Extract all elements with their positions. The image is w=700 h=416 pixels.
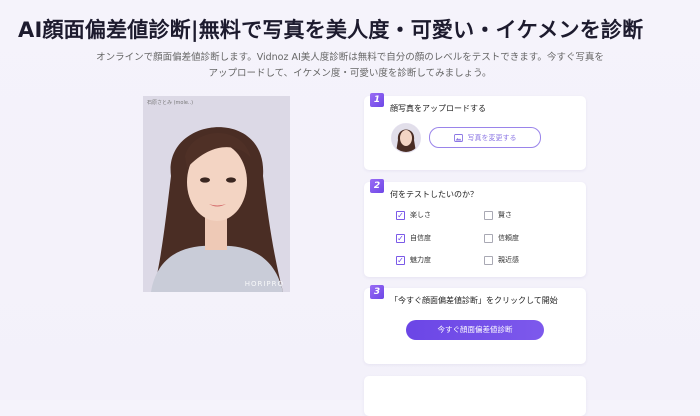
start-diagnosis-button[interactable]: 今すぐ顔面偏差値診断 <box>406 320 544 340</box>
photo-caption: 石原さとみ (mole..) <box>147 100 194 106</box>
thumb-face <box>400 130 412 146</box>
test-options-heading: 何をテストしたいのか？ <box>390 190 478 199</box>
option-label: 自信度 <box>410 234 431 242</box>
step-number-badge: 3 <box>370 285 384 299</box>
option-charm[interactable]: ✓ 魅力度 <box>396 255 431 265</box>
checkbox-smart[interactable] <box>484 210 493 220</box>
option-label: 魅力度 <box>410 256 431 264</box>
checkbox-fun[interactable]: ✓ <box>396 210 405 220</box>
photo-watermark: HORIPRO <box>244 280 284 288</box>
portrait-illustration <box>143 96 290 292</box>
option-label: 親近感 <box>498 256 519 264</box>
option-familiarity[interactable]: 親近感 <box>484 255 519 265</box>
checkbox-confidence[interactable]: ✓ <box>396 233 405 243</box>
description-line-2: アップロードして、イケメン度・可愛い度を診断してみましょう。 <box>208 68 492 79</box>
test-options-card: 2 何をテストしたいのか？ ✓ 楽しさ 賢さ ✓ 自信度 信頼度 ✓ 魅力度 親… <box>364 179 586 277</box>
next-step-card <box>364 376 586 416</box>
page-description: オンラインで顔面偏差値診断します。Vidnoz AI美人度診断は無料で自分の顔の… <box>60 50 640 82</box>
change-photo-label: 写真を変更する <box>467 133 517 142</box>
sample-face-photo: 石原さとみ (mole..) HORIPRO <box>143 96 290 292</box>
uploaded-photo-thumbnail <box>391 123 421 153</box>
option-label: 信頼度 <box>498 234 519 242</box>
start-step-card: 3 「今すぐ顔面偏差値診断」をクリックして開始 今すぐ顔面偏差値診断 <box>364 285 586 364</box>
option-label: 賢さ <box>498 211 512 219</box>
upload-step-heading: 顔写真をアップロードする <box>390 104 486 113</box>
option-label: 楽しさ <box>410 211 431 219</box>
step-number-badge: 1 <box>370 93 384 107</box>
option-fun[interactable]: ✓ 楽しさ <box>396 210 431 220</box>
step-number-badge: 2 <box>370 179 384 193</box>
page-title: AI顔面偏差値診断|無料で写真を美人度・可愛い・イケメンを診断 <box>18 18 644 42</box>
description-line-1: オンラインで顔面偏差値診断します。Vidnoz AI美人度診断は無料で自分の顔の… <box>96 52 604 63</box>
checkbox-charm[interactable]: ✓ <box>396 255 405 265</box>
option-trust[interactable]: 信頼度 <box>484 233 519 243</box>
left-eye <box>200 177 210 183</box>
option-confidence[interactable]: ✓ 自信度 <box>396 233 431 243</box>
option-smart[interactable]: 賢さ <box>484 210 512 220</box>
image-icon <box>453 133 463 142</box>
thumbnail-portrait <box>392 124 420 152</box>
checkbox-familiarity[interactable] <box>484 255 493 265</box>
start-step-heading: 「今すぐ顔面偏差値診断」をクリックして開始 <box>390 296 558 305</box>
change-photo-button[interactable]: 写真を変更する <box>429 127 541 148</box>
checkbox-trust[interactable] <box>484 233 493 243</box>
upload-step-card: 1 顔写真をアップロードする 写真を変更する <box>364 93 586 170</box>
right-eye <box>226 177 236 183</box>
